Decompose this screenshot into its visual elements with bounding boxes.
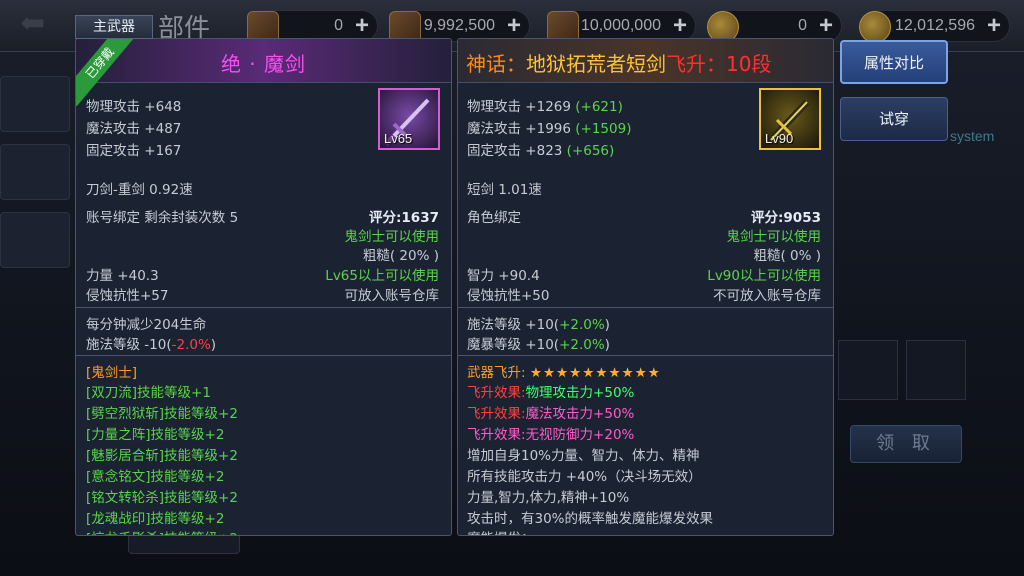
game-screen: ⬅ 部件 0 + 9,992,500 + 10,000,000 + 0 + 12…	[0, 0, 1024, 576]
claim-button[interactable]: 领 取	[850, 425, 962, 463]
bg-tab[interactable]	[0, 144, 70, 200]
cast-level-line: 施法等级 -10(-2.0%)	[86, 337, 217, 353]
cast-level-line: 施法等级 +10(+2.0%)	[467, 317, 610, 333]
ascension-effect: 飞升效果:魔法攻击力+50%	[467, 406, 635, 422]
binding-text: 角色绑定	[467, 210, 521, 226]
binding-text: 账号绑定 剩余封装次数 5	[86, 210, 239, 226]
resource-2-value: 9,992,500	[423, 17, 495, 34]
slot-tag: 主武器	[75, 15, 153, 39]
skill-line: [意念铭文]技能等级+2	[86, 469, 225, 485]
score-text: 评分:1637	[369, 210, 439, 226]
add-resource-5-button[interactable]: +	[987, 12, 1001, 40]
stat-line: 物理攻击 +1269 (+621)	[467, 99, 623, 115]
add-resource-2-button[interactable]: +	[507, 12, 521, 40]
star-rating: ★★★★★★★★★★	[529, 365, 661, 381]
quality-text: 粗糙( 0% )	[753, 248, 821, 264]
stat-line: 物理攻击 +648	[86, 99, 182, 115]
coin-icon	[859, 11, 891, 43]
divider	[458, 307, 833, 308]
stat-line: 魔法攻击 +487	[86, 121, 182, 137]
bg-tab[interactable]	[0, 76, 70, 132]
quality-text: 粗糙( 20% )	[362, 248, 439, 264]
corrosion-resist: 侵蚀抗性+57	[86, 288, 169, 304]
stat-line: 固定攻击 +167	[86, 143, 182, 159]
skill-line: [惊龙千影杀]技能等级+2	[86, 527, 238, 535]
bg-system-text: system	[950, 128, 995, 144]
compare-item-panel: 神话：地狱拓荒者短剑飞升：10段 Lv90 物理攻击 +1269 (+621) …	[457, 38, 834, 536]
resource-3-value: 10,000,000	[580, 17, 661, 34]
add-resource-1-button[interactable]: +	[355, 12, 369, 40]
skill-line: [双刀流]技能等级+1	[86, 385, 211, 401]
item-level: Lv65	[384, 131, 413, 146]
sword-icon: Lv65	[378, 88, 440, 150]
add-resource-3-button[interactable]: +	[673, 12, 687, 40]
ascension-line: 武器飞升: ★★★★★★★★★★	[467, 365, 661, 381]
equipped-item-panel: 绝 · 魔剑 已穿戴 Lv65 物理攻击 +648 魔法攻击 +487 固定攻击…	[75, 38, 452, 536]
skill-line: [铭文转轮杀]技能等级+2	[86, 490, 238, 506]
class-header: [鬼剑士]	[86, 365, 138, 381]
add-resource-4-button[interactable]: +	[819, 12, 833, 40]
skill-line: [力量之阵]技能等级+2	[86, 427, 225, 443]
score-text: 评分:9053	[751, 210, 821, 226]
storage-text: 可放入账号仓库	[344, 288, 440, 304]
corrosion-resist: 侵蚀抗性+50	[467, 288, 550, 304]
resource-4-value: 0	[798, 17, 807, 34]
try-on-button[interactable]: 试穿	[840, 97, 948, 141]
bonus-line: 魔能爆发：	[467, 527, 535, 535]
resource-5-value: 12,012,596	[894, 17, 975, 34]
divider	[76, 307, 451, 308]
item-level: Lv90	[765, 131, 794, 146]
bonus-line: 增加自身10%力量、智力、体力、精神	[467, 448, 700, 464]
skill-line: [劈空烈狱斩]技能等级+2	[86, 406, 238, 422]
weapon-type: 刀剑-重剑 0.92速	[86, 182, 193, 198]
resource-5: 12,012,596 +	[859, 10, 1010, 43]
divider	[458, 355, 833, 356]
bonus-line: 所有技能攻击力 +40%（决斗场无效）	[467, 469, 702, 485]
item-header: 神话：地狱拓荒者短剑飞升：10段	[458, 39, 833, 83]
bg-slot[interactable]	[906, 340, 966, 400]
stat-line: 魔法攻击 +1996 (+1509)	[467, 121, 632, 137]
crit-level-line: 魔暴等级 +10(+2.0%)	[467, 337, 610, 353]
weapon-type: 短剑 1.01速	[467, 182, 542, 198]
compare-attributes-button[interactable]: 属性对比	[840, 40, 948, 84]
skill-line: [龙魂战印]技能等级+2	[86, 511, 225, 527]
storage-text: 不可放入账号仓库	[713, 288, 821, 304]
hp-loss-text: 每分钟减少204生命	[86, 317, 207, 333]
divider	[76, 355, 451, 356]
item-name: 绝 · 魔剑	[220, 52, 307, 76]
class-requirement: 鬼剑士可以使用	[726, 229, 822, 245]
intelligence-stat: 智力 +90.4	[467, 268, 540, 284]
bg-slot[interactable]	[838, 340, 898, 400]
strength-stat: 力量 +40.3	[86, 268, 159, 284]
ascension-effect: 飞升效果:无视防御力+20%	[467, 427, 635, 443]
dagger-icon: Lv90	[759, 88, 821, 150]
item-name: 神话：地狱拓荒者短剑飞升：10段	[466, 52, 772, 76]
level-requirement: Lv90以上可以使用	[707, 268, 821, 284]
bonus-line: 攻击时，有30%的概率触发魔能爆发效果	[467, 511, 714, 527]
resource-1-value: 0	[334, 17, 343, 34]
ascension-effect: 飞升效果:物理攻击力+50%	[467, 385, 635, 401]
skill-line: [魅影居合斩]技能等级+2	[86, 448, 238, 464]
bonus-line: 力量,智力,体力,精神+10%	[467, 490, 630, 506]
stat-line: 固定攻击 +823 (+656)	[467, 143, 615, 159]
item-header: 绝 · 魔剑	[76, 39, 451, 83]
class-requirement: 鬼剑士可以使用	[344, 229, 440, 245]
level-requirement: Lv65以上可以使用	[325, 268, 439, 284]
bg-tab[interactable]	[0, 212, 70, 268]
